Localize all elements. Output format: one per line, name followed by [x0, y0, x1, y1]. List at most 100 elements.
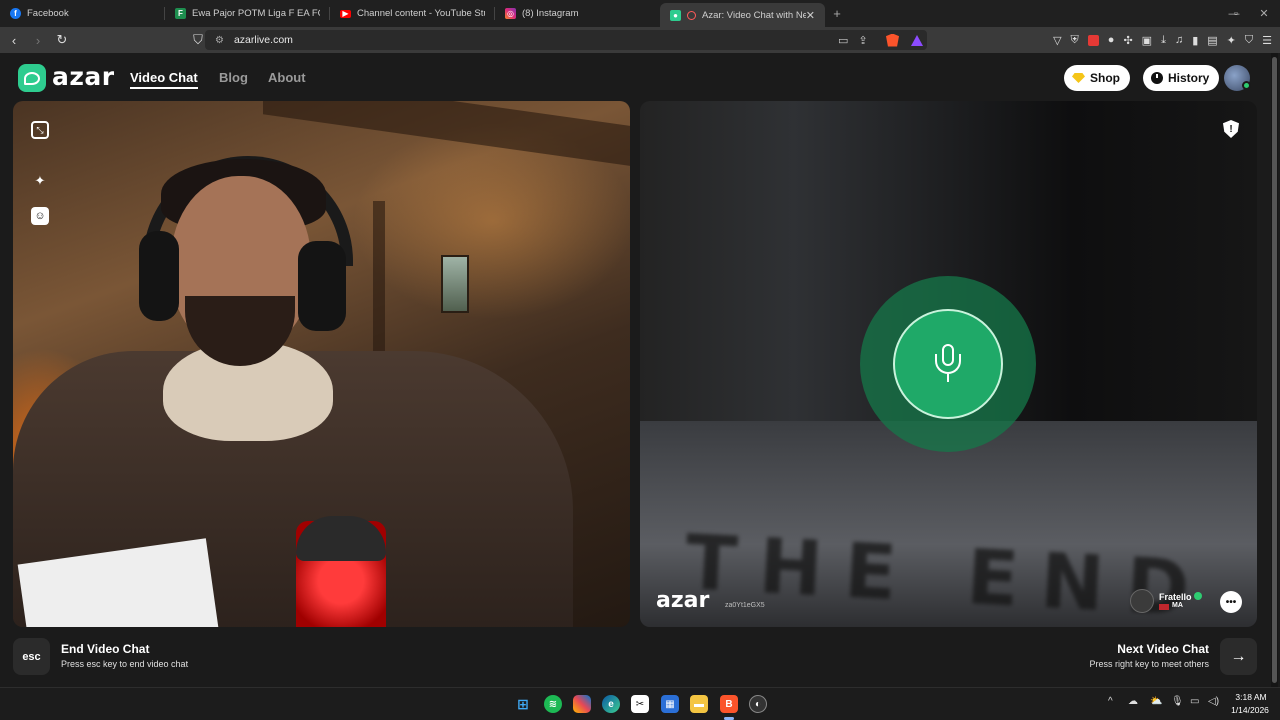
recording-icon	[687, 10, 696, 20]
microphone-icon	[933, 344, 963, 384]
next-chat-title[interactable]: Next Video Chat	[1117, 642, 1209, 656]
azar-logo-icon[interactable]	[18, 64, 46, 92]
downloader-icon[interactable]	[1087, 34, 1099, 46]
ublock-icon[interactable]: ⛨	[1071, 34, 1079, 47]
nav-about[interactable]: About	[268, 70, 306, 85]
tray-mic-icon[interactable]: 🎙	[1171, 696, 1184, 707]
site-info-icon[interactable]: ⚙	[215, 35, 224, 46]
brave-rewards-icon[interactable]	[911, 34, 923, 46]
chat-icon[interactable]: •••	[1220, 591, 1242, 613]
peer-name[interactable]: Fratello	[1159, 592, 1192, 602]
effects-sparkle-icon[interactable]: ✦	[31, 172, 49, 190]
local-video: ⤡ ✦ ☺	[13, 101, 630, 627]
nav-active-underline	[130, 87, 198, 89]
next-chat-button[interactable]: →	[1220, 638, 1257, 675]
end-chat-hint: Press esc key to end video chat	[61, 659, 189, 669]
history-label: History	[1168, 71, 1210, 85]
forward-icon[interactable]: ›	[28, 30, 48, 50]
tab-title: Facebook	[27, 8, 69, 19]
remote-mic-indicator	[893, 309, 1003, 419]
gem-icon	[1072, 73, 1085, 83]
face-filter-icon[interactable]: ☺	[31, 207, 49, 225]
site-header: azar Video Chat Blog About Shop History	[0, 53, 1280, 101]
taskbar-time[interactable]: 3:18 AM	[1232, 692, 1270, 702]
expand-icon[interactable]: ⤡	[31, 121, 49, 139]
page-scrollbar[interactable]	[1271, 53, 1278, 687]
vpn-shield-icon[interactable]: ⛉	[1245, 34, 1253, 47]
address-bar[interactable]: ⚙ azarlive.com	[205, 30, 927, 50]
screenshot-icon[interactable]: ▣	[1142, 34, 1152, 47]
end-chat-key-button[interactable]: esc	[13, 638, 50, 675]
brave-taskbar-icon[interactable]: B	[720, 695, 738, 713]
download-icon[interactable]: ⤓	[1161, 34, 1166, 47]
azar-page: azar Video Chat Blog About Shop History …	[0, 53, 1280, 687]
youtube-icon: ▶	[340, 9, 351, 18]
tray-overflow-icon[interactable]: ^	[1108, 696, 1113, 707]
azar-logo[interactable]: azar	[52, 62, 115, 91]
brave-shields-icon[interactable]	[886, 33, 899, 47]
spotify-icon[interactable]: ≋	[544, 695, 562, 713]
nav-video-chat[interactable]: Video Chat	[130, 70, 198, 85]
menu-icon[interactable]: ☰	[1262, 34, 1272, 47]
tab-title: (8) Instagram	[522, 8, 579, 19]
globe-icon[interactable]: ●	[1108, 34, 1115, 46]
copilot-icon[interactable]	[573, 695, 591, 713]
tab-title: Azar: Video Chat with New Pe	[702, 9, 806, 21]
tavern-window	[441, 255, 469, 313]
start-windows-icon[interactable]: ⊞	[514, 695, 532, 713]
store-icon[interactable]: ▦	[661, 695, 679, 713]
peer-country: MA	[1172, 602, 1183, 609]
close-tab-icon[interactable]: ✕	[806, 9, 815, 22]
ceiling-beam	[263, 101, 630, 168]
online-status-dot	[1242, 81, 1251, 90]
tab-azar[interactable]: ● Azar: Video Chat with New Pe ✕	[660, 3, 825, 27]
close-window-icon[interactable]: ✕	[1248, 0, 1280, 27]
cloud-sync-icon[interactable]: ⛅	[1150, 696, 1162, 707]
cast-icon[interactable]: ▭	[838, 34, 848, 47]
windows-taskbar: ⊞ ≋ e ✂ ▦ ▬ B ◐ ^ ☁ ⛅ 🎙 ▭ ◁) 3:18 AM 1/1…	[0, 687, 1280, 720]
futbin-icon: F	[175, 8, 186, 19]
country-flag-icon	[1159, 604, 1169, 610]
leo-ai-icon[interactable]: ✦	[1227, 34, 1236, 47]
tab-youtube-studio[interactable]: ▶ Channel content - YouTube Studio	[330, 0, 495, 27]
edge-icon[interactable]: e	[602, 695, 620, 713]
taskbar-date[interactable]: 1/14/2026	[1226, 705, 1274, 715]
peer-avatar[interactable]	[1130, 589, 1154, 613]
nav-blog[interactable]: Blog	[219, 70, 248, 85]
media-icon[interactable]: ♫	[1175, 34, 1183, 46]
browser-tab-strip: f Facebook F Ewa Pajor POTM Liga F EA FC…	[0, 0, 1280, 27]
tab-instagram[interactable]: ◎ (8) Instagram	[495, 0, 660, 27]
shop-button[interactable]: Shop	[1064, 65, 1130, 91]
tab-title: Channel content - YouTube Studio	[357, 8, 485, 19]
volume-icon[interactable]: ◁)	[1208, 696, 1219, 707]
headphone-right	[298, 241, 346, 331]
puzzle-icon[interactable]: ✣	[1123, 34, 1132, 47]
sidebar-icon[interactable]: ▮	[1192, 34, 1198, 47]
history-button[interactable]: History	[1143, 65, 1220, 91]
reload-icon[interactable]: ↻	[52, 30, 72, 50]
new-tab-button[interactable]: +	[825, 0, 849, 27]
scrollbar-thumb[interactable]	[1272, 57, 1277, 683]
tab-futbin[interactable]: F Ewa Pajor POTM Liga F EA FC 26 - 8	[165, 0, 330, 27]
tab-title: Ewa Pajor POTM Liga F EA FC 26 - 8	[192, 8, 320, 19]
remote-video: THE END ! azar za0Yt1eGX5 Fratello MA ••…	[640, 101, 1257, 627]
next-chat-hint: Press right key to meet others	[1089, 659, 1209, 669]
wallet-icon[interactable]: ▤	[1207, 34, 1217, 47]
file-explorer-icon[interactable]: ▬	[690, 695, 708, 713]
peer-id: za0Yt1eGX5	[725, 602, 765, 609]
remote-watermark: azar	[656, 588, 710, 613]
headphone-left	[139, 231, 179, 321]
report-shield-icon[interactable]: !	[1223, 120, 1239, 138]
onedrive-icon[interactable]: ☁	[1128, 696, 1138, 707]
tab-facebook[interactable]: f Facebook	[0, 0, 165, 27]
back-icon[interactable]: ‹	[4, 30, 24, 50]
capcut-icon[interactable]: ✂	[631, 695, 649, 713]
share-icon[interactable]: ⇪	[858, 34, 867, 47]
network-icon[interactable]: ▭	[1190, 696, 1199, 707]
facebook-icon: f	[10, 8, 21, 19]
browser-toolbar: ‹ › ↻ ⛉ ⚙ azarlive.com ▭ ⇪ ▽ ⛨ ● ✣ ▣ ⤓ ♫…	[0, 27, 1280, 53]
end-chat-title[interactable]: End Video Chat	[61, 642, 149, 656]
history-icon	[1151, 72, 1163, 84]
vpn-icon[interactable]: ▽	[1053, 34, 1061, 47]
discord-icon[interactable]: ◐	[749, 695, 767, 713]
